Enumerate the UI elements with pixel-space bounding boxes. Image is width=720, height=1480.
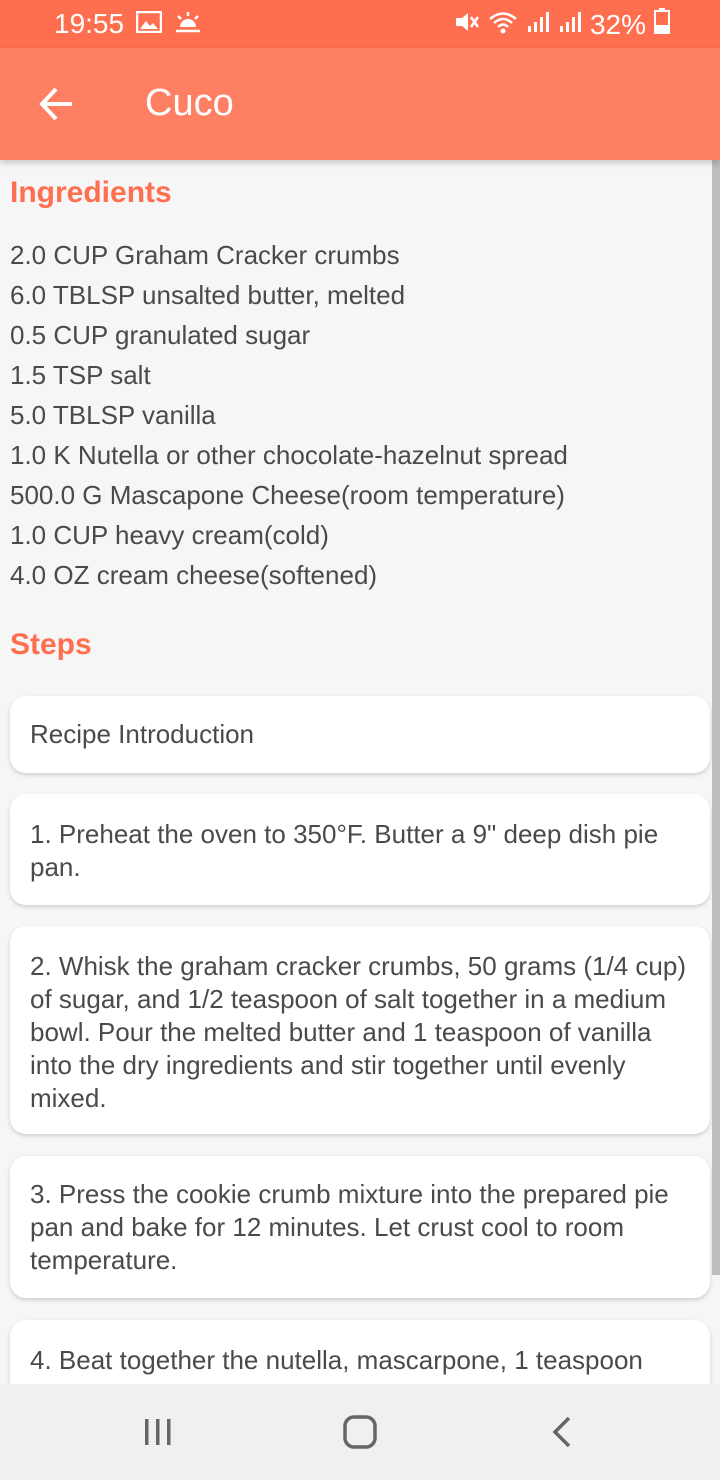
recent-apps-icon [145, 1419, 171, 1445]
battery-icon [654, 8, 670, 41]
step-text: 2. Whisk the graham cracker crumbs, 50 g… [30, 951, 687, 1113]
step-text: 4. Beat together the nutella, mascarpone… [30, 1345, 643, 1375]
ingredient-item: 2.0 CUP Graham Cracker crumbs [10, 240, 400, 270]
steps-title: Steps [10, 628, 92, 661]
step-text: Recipe Introduction [30, 719, 255, 749]
ingredient-item: 4.0 OZ cream cheese(softened) [10, 560, 378, 590]
status-right: 32% [454, 8, 670, 41]
signal-icon [558, 9, 582, 41]
gallery-icon [135, 8, 163, 40]
weather-icon [174, 8, 202, 40]
step-card-2[interactable]: 2. Whisk the graham cracker crumbs, 50 g… [10, 926, 710, 1134]
step-text: 3. Press the cookie crumb mixture into t… [30, 1179, 669, 1275]
status-left: 19:55 [54, 8, 202, 40]
ingredient-item: 1.5 TSP salt [10, 360, 151, 390]
ingredients-title: Ingredients [10, 176, 172, 209]
system-nav-bar [0, 1384, 720, 1480]
home-icon [343, 1415, 377, 1449]
mute-icon [454, 9, 480, 41]
status-bar: 19:55 32% [0, 0, 720, 48]
signal-icon [526, 9, 550, 41]
ingredient-item: 500.0 G Mascapone Cheese(room temperatur… [10, 480, 565, 510]
step-card-4[interactable]: 4. Beat together the nutella, mascarpone… [10, 1320, 710, 1384]
wifi-icon [488, 9, 518, 41]
step-card-intro[interactable]: Recipe Introduction [10, 696, 710, 773]
step-text: 1. Preheat the oven to 350°F. Butter a 9… [30, 819, 659, 882]
step-card-1[interactable]: 1. Preheat the oven to 350°F. Butter a 9… [10, 794, 710, 905]
scrollbar[interactable] [712, 160, 720, 1275]
recipe-content[interactable]: Ingredients 2.0 CUP Graham Cracker crumb… [0, 160, 720, 1384]
ingredient-item: 6.0 TBLSP unsalted butter, melted [10, 280, 406, 310]
back-button[interactable] [30, 78, 82, 130]
app-bar: Cuco [0, 48, 720, 160]
ingredients-list: 2.0 CUP Graham Cracker crumbs 6.0 TBLSP … [10, 235, 568, 595]
page-title: Cuco [145, 82, 234, 124]
battery-percent: 32% [589, 8, 646, 40]
step-card-3[interactable]: 3. Press the cookie crumb mixture into t… [10, 1156, 710, 1298]
ingredient-item: 0.5 CUP granulated sugar [10, 320, 311, 350]
system-back-button[interactable] [532, 1408, 592, 1456]
back-icon [552, 1416, 571, 1448]
ingredient-item: 1.0 CUP heavy cream(cold) [10, 520, 329, 550]
status-time: 19:55 [54, 8, 125, 39]
recent-apps-button[interactable] [128, 1408, 188, 1456]
home-button[interactable] [330, 1408, 390, 1456]
arrow-left-icon [39, 87, 72, 121]
ingredient-item: 1.0 K Nutella or other chocolate-hazelnu… [10, 440, 568, 470]
ingredient-item: 5.0 TBLSP vanilla [10, 400, 216, 430]
